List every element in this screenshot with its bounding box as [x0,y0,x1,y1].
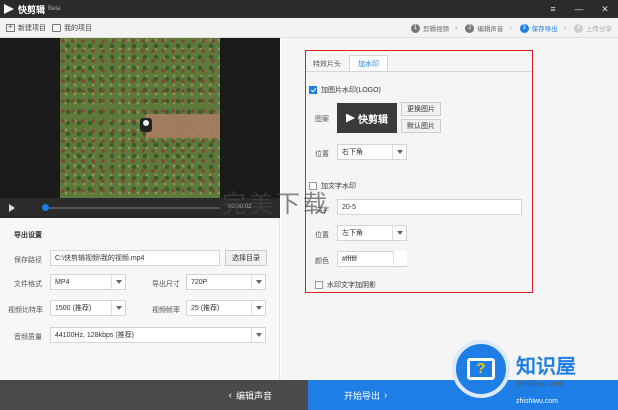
image-watermark-checkbox[interactable]: 加图片水印(LOGO) [309,85,381,95]
start-export-label: 开始导出 [344,390,381,401]
seek-handle[interactable] [42,204,49,211]
step-number: 2 [465,23,475,33]
color-swatch[interactable] [393,251,407,265]
choose-directory-button[interactable]: 选择目录 [225,250,267,266]
badge-url: zhishiwu.com [516,378,565,388]
text-position-value: 左下角 [342,230,363,237]
audio-quality-value: 44100Hz, 128kbps (推荐) [55,332,134,339]
video-preview [0,38,280,198]
text-shadow-checkbox[interactable]: 水印文字加阴影 [315,280,376,290]
text-shadow-label: 水印文字加阴影 [327,282,376,289]
chevron-down-icon [251,328,265,342]
framerate-value: 25 (推荐) [191,305,220,312]
step-label: 保存导出 [531,26,558,33]
chevron-left-icon: ‹ [228,389,232,401]
badge-text: 知识屋 zhishiwu.com [516,350,576,388]
audio-quality-label: 音频质量 [14,334,42,341]
save-path-label: 保存路径 [14,257,42,264]
badge-circle: ? [452,339,510,398]
seek-track[interactable] [44,207,220,209]
image-position-value: 右下角 [342,149,363,156]
step-edit-video[interactable]: 1 剪辑视频 [410,23,449,33]
chevron-right-icon: › [384,389,388,401]
chevron-down-icon [392,145,406,159]
chevron-right-icon: › [509,24,512,32]
watermark-text-input[interactable]: 20-5 [337,199,522,215]
export-settings-title: 导出设置 [14,232,42,239]
image-position-label: 位置 [315,151,329,158]
file-format-select[interactable]: MP4 [50,274,126,290]
new-project-icon [6,22,15,32]
pattern-label: 图案 [315,116,329,123]
video-frame [60,38,220,198]
step-upload-share[interactable]: 4 上传分享 [574,23,612,33]
step-number: 1 [410,23,420,33]
audio-quality-select[interactable]: 44100Hz, 128kbps (推荐) [50,327,266,343]
my-projects-label: 我的项目 [64,24,92,32]
bitrate-label: 视频比特率 [8,307,43,314]
export-size-label: 导出尺寸 [152,281,180,288]
new-project-button[interactable]: 新建项目 [6,22,46,33]
close-icon[interactable]: ✕ [592,0,618,18]
step-label: 编辑声音 [477,26,504,33]
framerate-label: 视频帧率 [152,307,180,314]
step-label: 上传分享 [586,26,612,33]
step-number: 3 [519,23,529,33]
step-label: 剪辑视频 [422,26,449,33]
replace-image-button[interactable]: 更换图片 [401,102,441,116]
title-bar: 快剪辑 Beta ≡ — ✕ [0,0,618,18]
watermark-logo-preview: 快剪辑 [337,103,397,133]
file-format-value: MP4 [55,278,70,286]
logo-preview-text: 快剪辑 [358,114,388,126]
badge-name: 知识屋 [516,355,576,378]
minimize-icon[interactable]: — [566,0,592,18]
footer-watermark: zhishiwu.com [516,398,559,405]
frame-vehicle [140,118,152,132]
export-size-select[interactable]: 720P [186,274,266,290]
chevron-down-icon [111,275,125,289]
toolbar: 新建项目 我的项目 1 剪辑视频 › 2 编辑声音 › 3 保存导出 › 4 上… [0,18,618,38]
new-project-label: 新建项目 [18,24,46,32]
app-beta-badge: Beta [48,6,61,12]
chevron-right-icon: › [454,24,458,32]
default-image-button[interactable]: 默认图片 [401,119,441,133]
image-position-select[interactable]: 右下角 [337,144,407,160]
save-path-input[interactable]: C:\快剪辑视频\我的视频.mp4 [50,250,220,266]
image-watermark-label: 加图片水印(LOGO) [321,87,381,94]
chevron-right-icon: › [563,24,566,32]
bitrate-select[interactable]: 1500 (推荐) [50,300,126,316]
chevron-down-icon [251,301,265,315]
app-logo-icon [4,4,14,14]
bitrate-value: 1500 (推荐) [55,305,92,312]
step-number: 4 [574,23,583,33]
back-to-edit-audio-button[interactable]: ‹ 编辑声音 [0,380,308,410]
site-watermark-text: 完美下载 [222,190,330,218]
export-settings-panel: 导出设置 保存路径 C:\快剪辑视频\我的视频.mp4 选择目录 文件格式 MP… [0,218,280,380]
back-button-label: 编辑声音 [235,390,272,401]
chevron-down-icon [111,301,125,315]
chevron-down-icon [392,226,406,240]
step-edit-audio[interactable]: 2 编辑声音 [465,23,503,33]
frame-road [146,114,220,138]
export-size-value: 720P [191,278,208,286]
checkbox-checked-icon [309,86,317,94]
chevron-down-icon [251,275,265,289]
file-format-label: 文件格式 [14,281,42,288]
text-position-select[interactable]: 左下角 [337,225,407,241]
logo-play-icon [346,113,355,123]
question-monitor-icon: ? [467,357,495,380]
checkbox-unchecked-icon [315,281,323,289]
step-indicator: 1 剪辑视频 › 2 编辑声音 › 3 保存导出 › 4 上传分享 [403,18,612,38]
window-controls: ≡ — ✕ [540,0,618,18]
my-projects-button[interactable]: 我的项目 [52,23,92,33]
menu-icon[interactable]: ≡ [540,0,566,18]
text-position-label: 位置 [315,232,329,239]
step-save-export[interactable]: 3 保存导出 [519,23,558,33]
color-value: #ffffff [342,255,357,263]
play-icon[interactable] [9,204,15,212]
color-label: 颜色 [315,258,329,265]
folder-icon [52,23,61,32]
app-title: 快剪辑 [18,4,46,15]
framerate-select[interactable]: 25 (推荐) [186,300,266,316]
